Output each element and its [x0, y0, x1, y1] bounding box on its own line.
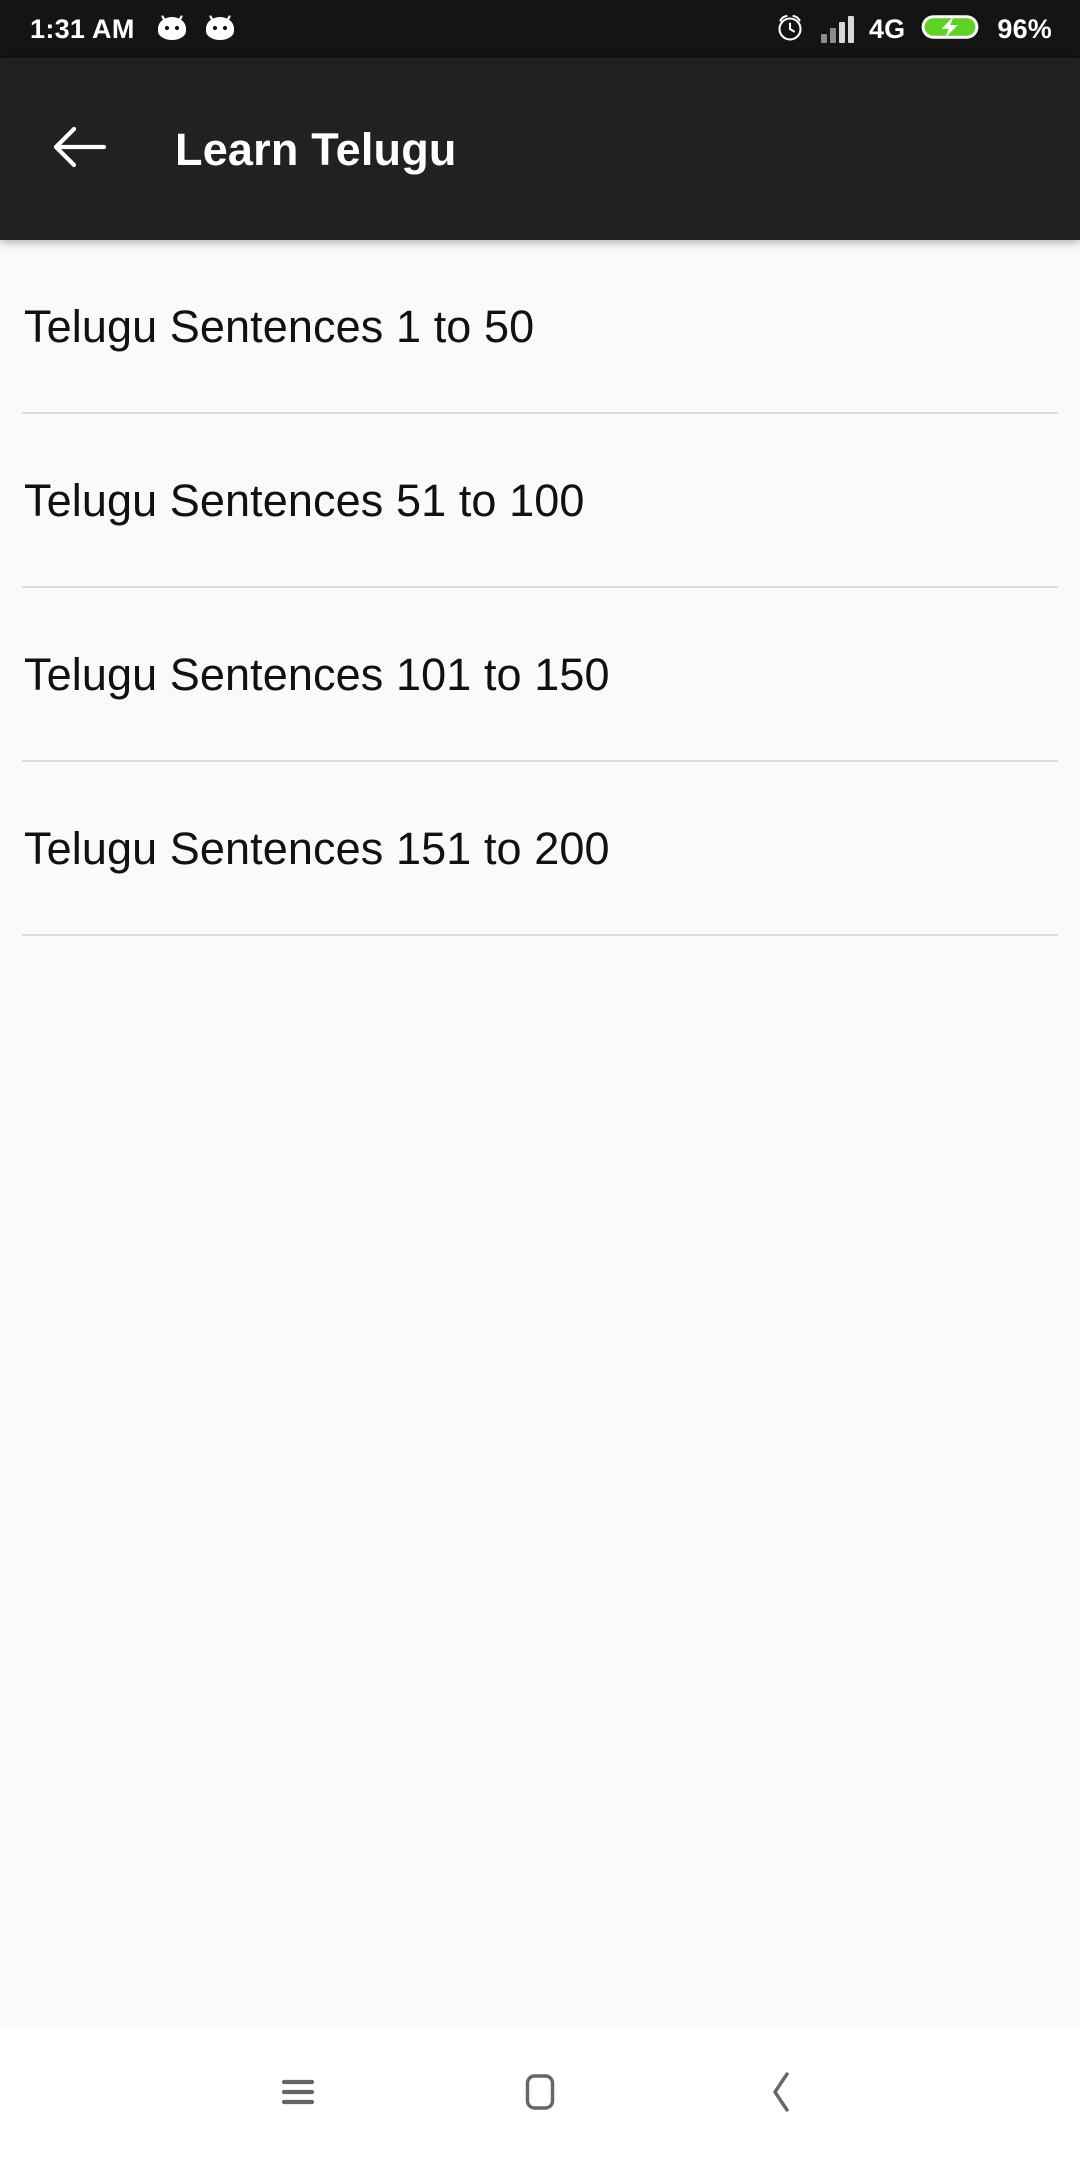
list-divider: [22, 934, 1058, 936]
list-item[interactable]: Telugu Sentences 51 to 100: [0, 414, 1080, 586]
content-area: Telugu Sentences 1 to 50 Telugu Sentence…: [0, 240, 1080, 2028]
battery-percent-label: 96%: [997, 13, 1052, 44]
list-item[interactable]: Telugu Sentences 101 to 150: [0, 588, 1080, 760]
list-item[interactable]: Telugu Sentences 1 to 50: [0, 240, 1080, 412]
list-item-label: Telugu Sentences 101 to 150: [24, 648, 610, 700]
alarm-clock-icon: [774, 11, 806, 48]
phone-screen: 1:31 AM 4G 96% Learn Telugu Telugu Sente…: [0, 0, 1080, 2160]
recents-button[interactable]: [250, 2046, 346, 2142]
back-nav-button[interactable]: [734, 2046, 830, 2142]
notification-icons: [155, 14, 237, 45]
signal-bars-icon: [820, 15, 854, 43]
sentence-list: Telugu Sentences 1 to 50 Telugu Sentence…: [0, 240, 1080, 936]
network-type-label: 4G: [868, 13, 906, 44]
rounded-square-icon: [519, 2071, 561, 2118]
app-bar: Learn Telugu: [0, 58, 1080, 240]
hamburger-menu-icon: [276, 2074, 320, 2115]
list-item[interactable]: Telugu Sentences 151 to 200: [0, 762, 1080, 934]
back-button[interactable]: [44, 113, 116, 185]
battery-charging-icon: [920, 11, 980, 48]
system-navigation-bar: [0, 2028, 1080, 2160]
android-head-icon: [155, 14, 189, 45]
list-item-label: Telugu Sentences 151 to 200: [24, 822, 610, 874]
list-item-label: Telugu Sentences 51 to 100: [24, 474, 585, 526]
page-title: Learn Telugu: [175, 123, 457, 175]
list-item-label: Telugu Sentences 1 to 50: [24, 300, 535, 352]
android-head-icon: [203, 14, 237, 45]
home-button[interactable]: [492, 2046, 588, 2142]
status-clock: 1:31 AM: [30, 13, 135, 44]
status-bar-right: 4G 96%: [774, 11, 1052, 48]
chevron-left-icon: [762, 2070, 802, 2119]
status-bar: 1:31 AM 4G 96%: [0, 0, 1080, 58]
arrow-left-icon: [52, 124, 108, 175]
status-bar-left: 1:31 AM: [30, 14, 237, 45]
